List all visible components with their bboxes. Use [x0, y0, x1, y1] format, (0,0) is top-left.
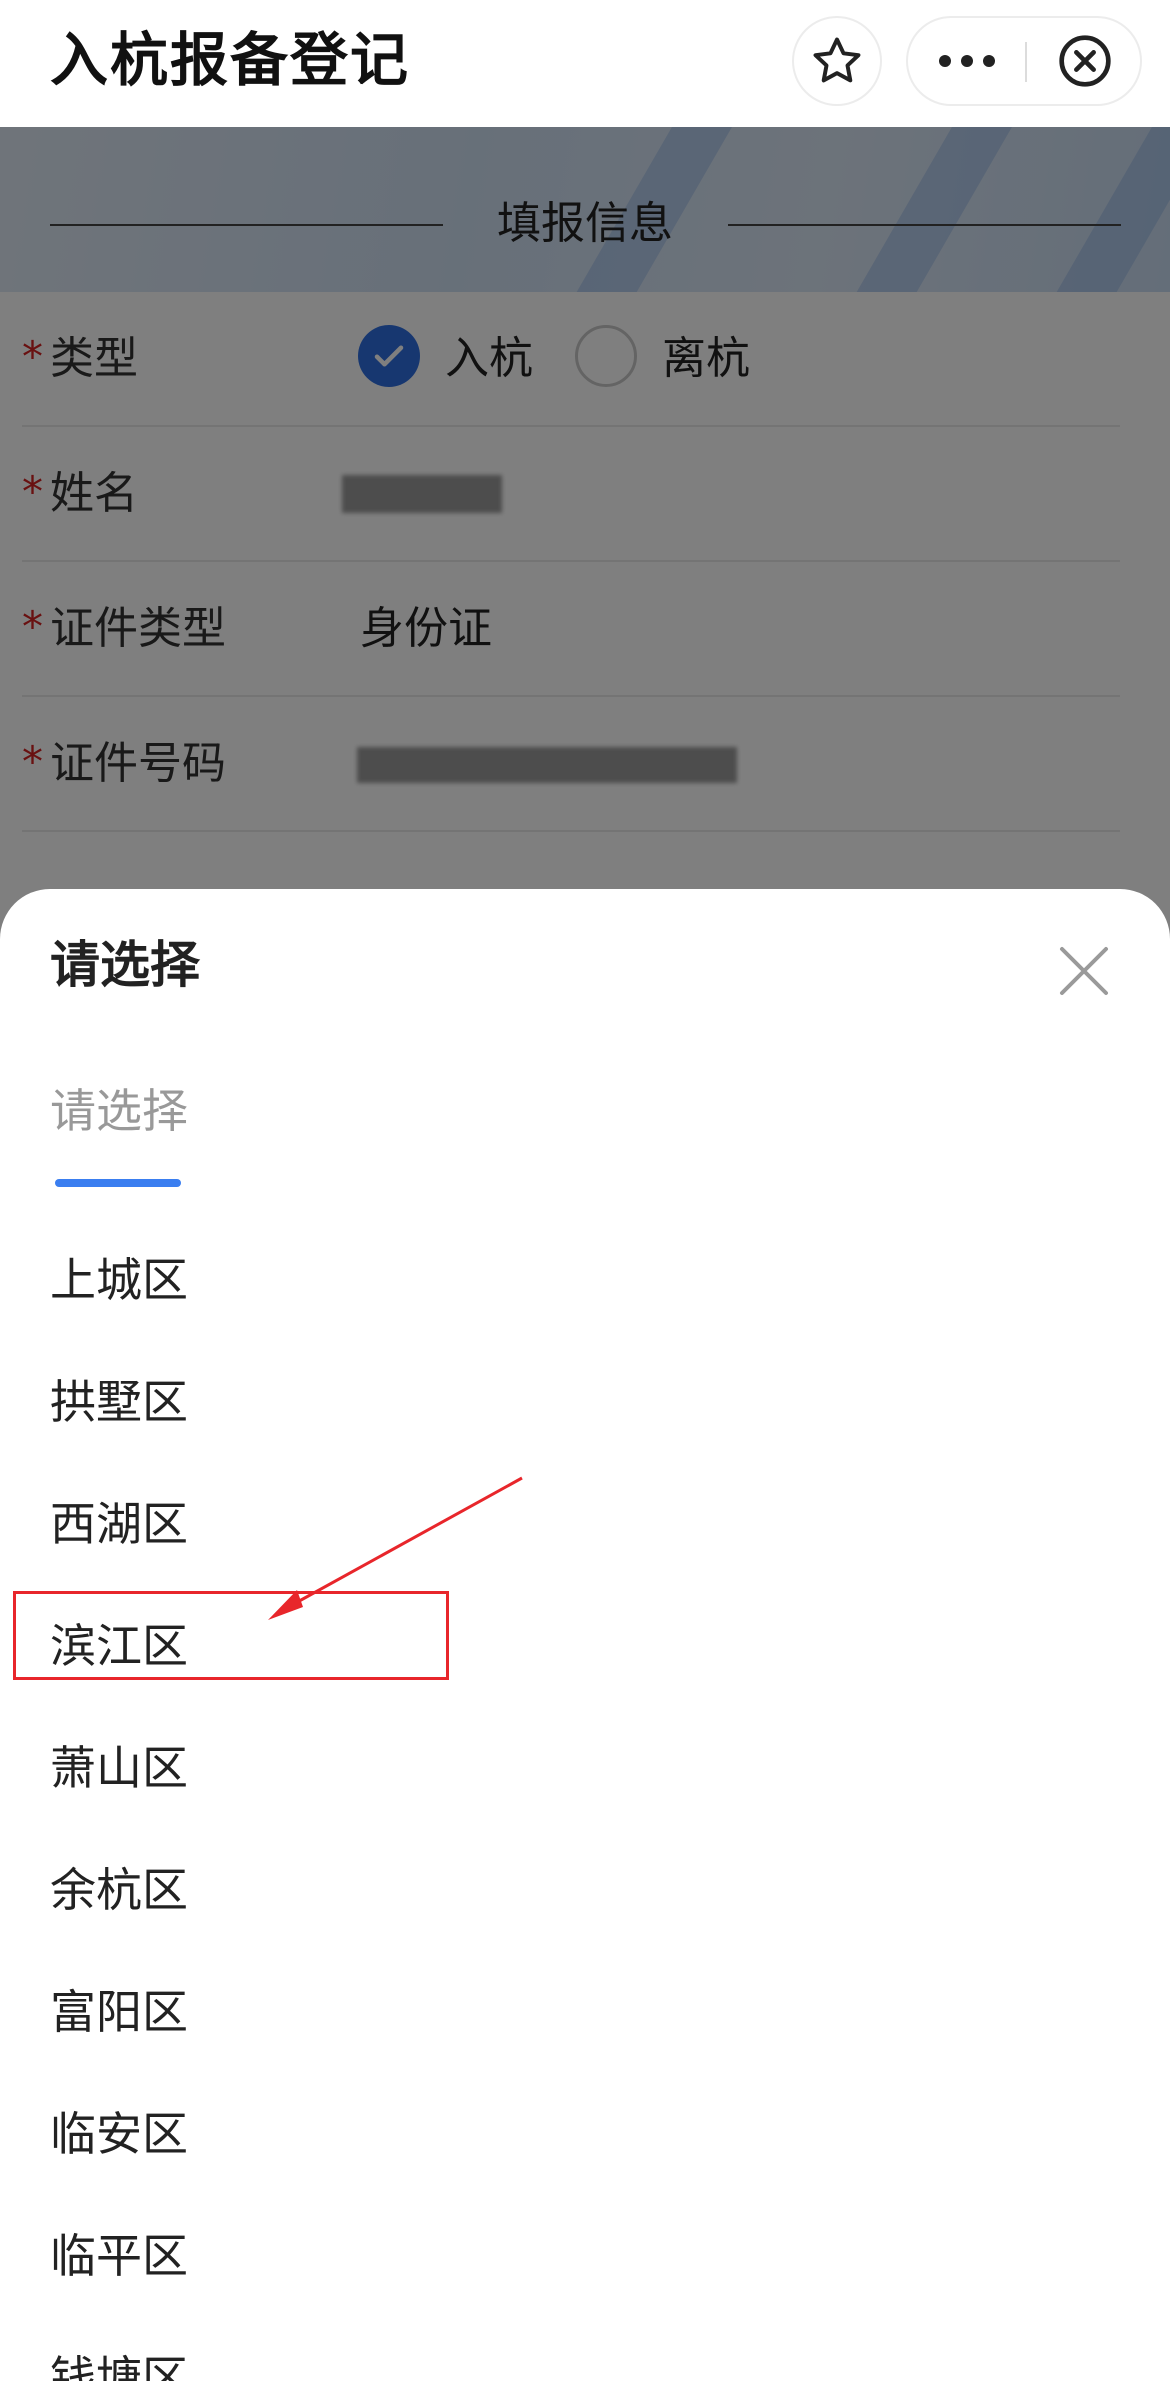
option-item[interactable]: 临安区 [0, 2073, 1170, 2195]
star-icon [813, 37, 861, 83]
region-picker-sheet: 请选择 请选择 上城区 拱墅区 西湖区 滨江区 萧山区 余杭区 富阳区 临安区 … [0, 889, 1170, 2381]
option-item[interactable]: 临平区 [0, 2195, 1170, 2317]
sheet-title: 请选择 [50, 936, 200, 994]
more-button[interactable] [908, 18, 1026, 104]
top-bar: 入杭报备登记 [0, 0, 1170, 127]
option-item[interactable]: 滨江区 [0, 1585, 1170, 1707]
close-x-icon [1060, 947, 1108, 995]
circle-close-icon [1058, 35, 1111, 87]
app-title: 入杭报备登记 [50, 26, 411, 94]
close-mini-program-button[interactable] [1027, 18, 1142, 104]
option-list: 上城区 拱墅区 西湖区 滨江区 萧山区 余杭区 富阳区 临安区 临平区 钱塘区 [0, 1219, 1170, 2381]
option-item[interactable]: 上城区 [0, 1219, 1170, 1341]
option-item[interactable]: 萧山区 [0, 1707, 1170, 1829]
option-item[interactable]: 钱塘区 [0, 2317, 1170, 2381]
option-item[interactable]: 西湖区 [0, 1463, 1170, 1585]
sheet-close-button[interactable] [1054, 941, 1114, 1001]
favorite-button[interactable] [792, 16, 882, 106]
more-dots-icon [939, 55, 995, 67]
tab-please-select[interactable]: 请选择 [50, 1081, 188, 1141]
mini-program-capsule [906, 16, 1142, 106]
option-item[interactable]: 富阳区 [0, 1951, 1170, 2073]
tab-active-indicator [55, 1179, 181, 1187]
option-item[interactable]: 拱墅区 [0, 1341, 1170, 1463]
option-item[interactable]: 余杭区 [0, 1829, 1170, 1951]
